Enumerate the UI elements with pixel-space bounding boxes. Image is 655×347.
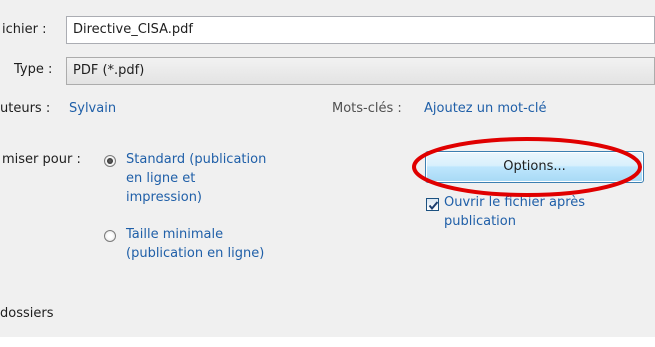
radio-selected-dot	[107, 158, 113, 164]
filetype-select[interactable]: PDF (*.pdf)	[66, 57, 655, 85]
optimize-label: miser pour :	[2, 152, 81, 167]
checkmark-icon	[428, 201, 439, 211]
filetype-label: Type :	[14, 62, 53, 77]
publish-dialog-panel: ichier : Directive_CISA.pdf Type : PDF (…	[0, 0, 655, 337]
filename-input[interactable]: Directive_CISA.pdf	[66, 16, 655, 44]
open-after-label[interactable]: Ouvrir le fichier après publication	[444, 193, 585, 231]
radio-standard-label[interactable]: Standard (publication en ligne et impres…	[126, 150, 266, 207]
keywords-label: Mots-clés :	[332, 101, 402, 116]
options-button[interactable]: Options...	[425, 151, 644, 183]
bottom-strip	[0, 337, 655, 347]
filename-label: ichier :	[2, 22, 47, 37]
keywords-link[interactable]: Ajoutez un mot-clé	[424, 101, 547, 116]
radio-minimal[interactable]	[104, 230, 116, 242]
authors-link[interactable]: Sylvain	[69, 101, 116, 116]
radio-minimal-label[interactable]: Taille minimale (publication en ligne)	[126, 225, 264, 263]
folders-label: dossiers	[0, 306, 54, 321]
radio-standard[interactable]	[104, 155, 116, 167]
filetype-value: PDF (*.pdf)	[73, 63, 145, 78]
filename-value: Directive_CISA.pdf	[73, 22, 194, 37]
authors-label: uteurs :	[0, 101, 51, 116]
open-after-checkbox[interactable]	[426, 198, 439, 211]
